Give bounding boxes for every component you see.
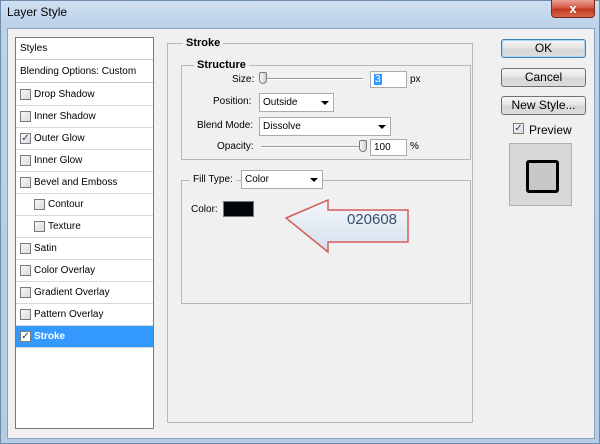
style-item-label: Gradient Overlay xyxy=(34,287,110,298)
chevron-down-icon xyxy=(310,178,318,182)
style-item-gradient-overlay[interactable]: Gradient Overlay xyxy=(16,282,153,304)
style-item-label: Contour xyxy=(48,199,84,210)
title-bar[interactable]: Layer Style x xyxy=(1,0,599,25)
blending-options-item[interactable]: Blending Options: Custom xyxy=(16,61,153,83)
ok-button[interactable]: OK xyxy=(501,39,586,58)
style-item-stroke[interactable]: ✓ Stroke xyxy=(16,326,153,348)
styles-header[interactable]: Styles xyxy=(16,38,153,60)
style-item-drop-shadow[interactable]: Drop Shadow xyxy=(16,84,153,106)
opacity-value: 100 xyxy=(374,142,391,153)
fill-type-label: Fill Type: xyxy=(190,174,236,185)
size-slider-track[interactable] xyxy=(261,78,363,80)
style-item-outer-glow[interactable]: ✓ Outer Glow xyxy=(16,128,153,150)
new-style-button[interactable]: New Style... xyxy=(501,96,586,115)
style-item-label: Pattern Overlay xyxy=(34,309,104,320)
opacity-input[interactable]: 100 xyxy=(370,139,407,156)
chevron-down-icon xyxy=(378,125,386,129)
size-label: Size: xyxy=(232,74,255,85)
style-item-label: Texture xyxy=(48,221,81,232)
style-checkbox[interactable] xyxy=(20,177,31,188)
style-item-pattern-overlay[interactable]: Pattern Overlay xyxy=(16,304,153,326)
blend-mode-label: Blend Mode: xyxy=(197,120,254,131)
callout-text: 020608 xyxy=(346,211,398,228)
position-select[interactable]: Outside xyxy=(259,93,334,112)
style-item-label: Color Overlay xyxy=(34,265,96,276)
position-label: Position: xyxy=(213,96,252,107)
stroke-section-title: Stroke xyxy=(183,37,224,49)
preview-label: Preview xyxy=(529,123,572,137)
style-checkbox[interactable] xyxy=(20,111,31,122)
color-swatch[interactable] xyxy=(223,201,254,217)
style-item-label: Satin xyxy=(34,243,57,254)
style-checkbox[interactable] xyxy=(20,287,31,298)
style-item-label: Outer Glow xyxy=(34,133,85,144)
chevron-down-icon xyxy=(321,101,329,105)
style-item-inner-shadow[interactable]: Inner Shadow xyxy=(16,106,153,128)
style-checkbox[interactable] xyxy=(20,155,31,166)
structure-title: Structure xyxy=(194,59,249,71)
style-item-label: Stroke xyxy=(34,331,66,342)
cancel-button[interactable]: Cancel xyxy=(501,68,586,87)
opacity-label: Opacity: xyxy=(217,141,254,152)
preview-swatch xyxy=(526,160,559,193)
style-checkbox[interactable] xyxy=(34,199,45,210)
style-item-inner-glow[interactable]: Inner Glow xyxy=(16,150,153,172)
style-item-label: Inner Shadow xyxy=(34,111,96,122)
fill-type-value: Color xyxy=(245,174,269,185)
size-slider-thumb[interactable] xyxy=(259,72,268,84)
preview-checkbox[interactable]: ✓ xyxy=(513,123,524,134)
style-checkbox[interactable] xyxy=(20,243,31,254)
fill-type-select[interactable]: Color xyxy=(241,170,323,189)
style-item-contour[interactable]: Contour xyxy=(16,194,153,216)
style-checkbox[interactable] xyxy=(34,221,45,232)
size-input[interactable]: 3 xyxy=(370,71,407,88)
styles-list: Styles Blending Options: Custom Drop Sha… xyxy=(15,37,154,429)
style-checkbox[interactable]: ✓ xyxy=(20,331,31,342)
annotation-callout: 020608 xyxy=(284,197,412,255)
style-checkbox[interactable] xyxy=(20,265,31,276)
size-value: 3 xyxy=(374,74,382,85)
blend-mode-select[interactable]: Dissolve xyxy=(259,117,391,136)
style-item-label: Drop Shadow xyxy=(34,89,95,100)
style-checkbox[interactable] xyxy=(20,89,31,100)
style-item-label: Inner Glow xyxy=(34,155,83,166)
style-item-satin[interactable]: Satin xyxy=(16,238,153,260)
close-button[interactable]: x xyxy=(551,0,595,18)
blend-mode-value: Dissolve xyxy=(263,121,301,132)
opacity-slider-track[interactable] xyxy=(261,146,363,148)
style-item-texture[interactable]: Texture xyxy=(16,216,153,238)
style-checkbox[interactable] xyxy=(20,309,31,320)
style-item-label: Bevel and Emboss xyxy=(34,177,118,188)
color-label: Color: xyxy=(191,204,218,215)
position-value: Outside xyxy=(263,97,298,108)
size-unit: px xyxy=(410,74,421,85)
opacity-slider-thumb[interactable] xyxy=(359,140,367,152)
style-checkbox[interactable]: ✓ xyxy=(20,133,31,144)
dialog-body: Styles Blending Options: Custom Drop Sha… xyxy=(7,28,595,439)
style-item-color-overlay[interactable]: Color Overlay xyxy=(16,260,153,282)
style-preview xyxy=(509,143,572,206)
opacity-unit: % xyxy=(410,141,419,152)
window-title: Layer Style xyxy=(7,5,68,19)
layer-style-dialog: Layer Style x Styles Blending Options: C… xyxy=(0,0,600,444)
style-item-bevel-and-emboss[interactable]: Bevel and Emboss xyxy=(16,172,153,194)
